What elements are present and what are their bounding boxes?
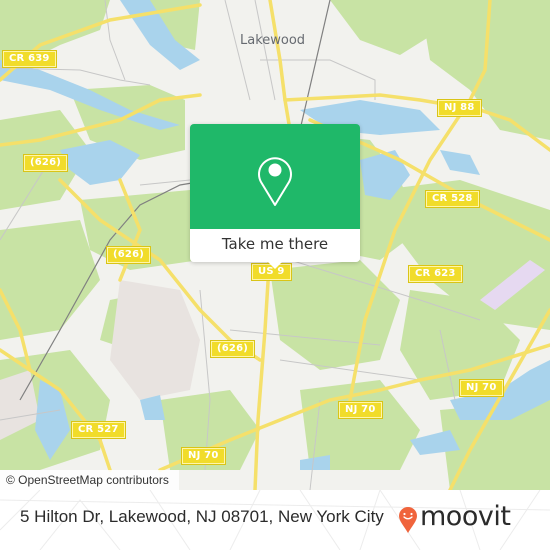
map-view[interactable]: Lakewood CR 639 NJ 88 (626) (626) (626) … <box>0 0 550 490</box>
popup-header <box>190 124 360 229</box>
popup-pointer <box>267 261 283 269</box>
footer-bar: 5 Hilton Dr, Lakewood, NJ 08701, New Yor… <box>0 490 550 550</box>
map-pin-icon <box>258 157 292 206</box>
moovit-pin-smile-icon <box>399 507 417 533</box>
address-text: 5 Hilton Dr, Lakewood, NJ 08701, New Yor… <box>20 507 384 526</box>
road-shield-cr639: CR 639 <box>3 51 56 67</box>
road-shield-nj70: NJ 70 <box>182 448 225 464</box>
road-shield-nj70: NJ 70 <box>460 380 503 396</box>
place-label-lakewood: Lakewood <box>240 33 306 48</box>
road-shield-cr623: CR 623 <box>409 266 462 282</box>
road-shield-cr527: CR 527 <box>72 422 125 438</box>
moovit-wordmark: moovit <box>420 501 511 532</box>
road-shield-cr528: CR 528 <box>426 191 479 207</box>
map-attribution[interactable]: © OpenStreetMap contributors <box>0 470 179 490</box>
road-shield-626: (626) <box>24 155 68 171</box>
road-shield-626: (626) <box>211 341 255 357</box>
road-shield-nj88: NJ 88 <box>438 100 481 116</box>
take-me-there-button[interactable]: Take me there <box>190 229 360 262</box>
location-popup: Take me there <box>190 124 360 269</box>
road-shield-626: (626) <box>107 247 151 263</box>
road-shield-nj70: NJ 70 <box>339 402 382 418</box>
